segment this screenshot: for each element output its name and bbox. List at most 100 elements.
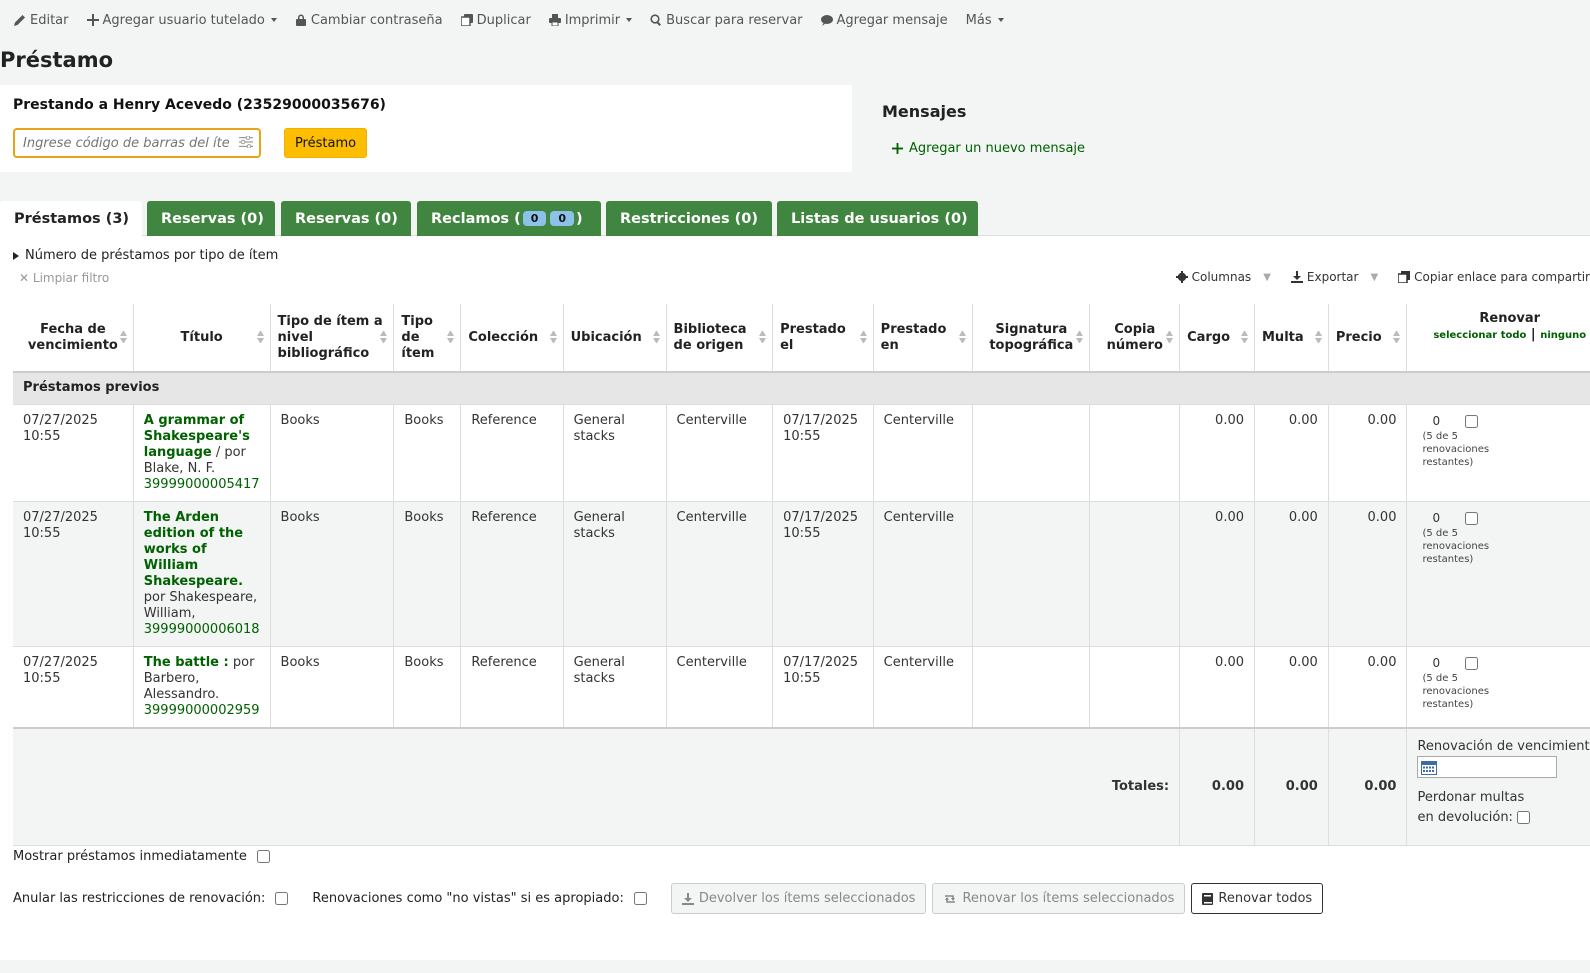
add-new-message-label: Agregar un nuevo mensaje bbox=[909, 141, 1086, 156]
tab-claims-suffix: ) bbox=[576, 210, 583, 227]
table-row: 07/27/2025 10:55 The Arden edition of th… bbox=[13, 501, 1590, 647]
sort-icon bbox=[1241, 331, 1248, 343]
title-cell: The battle : por Barbero, Alessandro. 399… bbox=[133, 646, 271, 728]
tab-holds-label: Reservas (0) bbox=[161, 210, 264, 227]
edit-button[interactable]: Editar bbox=[14, 13, 69, 28]
home-library-cell: Centerville bbox=[666, 404, 774, 502]
col-home-library[interactable]: Biblioteca de origen bbox=[666, 304, 774, 373]
duplicate-button[interactable]: Duplicar bbox=[460, 13, 531, 28]
col-renew: Renovar seleccionar todo | ninguno bbox=[1406, 304, 1590, 373]
location-cell: General stacks bbox=[563, 501, 667, 647]
override-restrictions-checkbox[interactable] bbox=[275, 892, 289, 905]
renew-selected-button[interactable]: Renovar los ítems seleccionados bbox=[932, 883, 1186, 914]
sort-icon bbox=[1076, 331, 1083, 343]
comment-icon bbox=[820, 15, 833, 26]
total-fine: 0.00 bbox=[1254, 726, 1329, 846]
edit-label: Editar bbox=[30, 12, 69, 28]
col-checked-out-on[interactable]: Prestado el bbox=[772, 304, 874, 373]
issues-table: Fecha de vencimiento Título Tipo de ítem… bbox=[13, 304, 1590, 846]
select-none-renew-link[interactable]: ninguno bbox=[1540, 330, 1586, 341]
tab-restrictions[interactable]: Restricciones (0) bbox=[606, 201, 772, 236]
calendar-icon[interactable] bbox=[1421, 760, 1438, 775]
chevron-down-icon bbox=[626, 18, 633, 22]
checked-out-on-cell: 07/17/2025 10:55 bbox=[772, 501, 874, 647]
tab-recalls-holds[interactable]: Reservas (0) bbox=[281, 201, 411, 236]
sliders-icon[interactable] bbox=[239, 135, 253, 152]
col-title[interactable]: Título bbox=[133, 304, 271, 373]
barcode-link[interactable]: 39999000005417 bbox=[144, 477, 260, 492]
add-guarantee-button[interactable]: Agregar usuario tutelado bbox=[86, 13, 277, 28]
copy-number-cell bbox=[1089, 404, 1181, 502]
checked-out-on-cell: 07/17/2025 10:55 bbox=[772, 646, 874, 728]
download-icon bbox=[681, 892, 694, 905]
columns-button[interactable]: Columnas ▼ bbox=[1175, 270, 1271, 284]
col-checked-out-from[interactable]: Prestado en bbox=[873, 304, 974, 373]
renew-all-button[interactable]: Renovar todos bbox=[1191, 883, 1324, 914]
title-cell: The Arden edition of the works of Willia… bbox=[133, 501, 271, 647]
home-library-cell: Centerville bbox=[666, 646, 774, 728]
col-itemtype[interactable]: Tipo de ítem bbox=[393, 304, 462, 373]
col-checked-out-on-label: Prestado el bbox=[780, 321, 846, 353]
title-link[interactable]: The Arden edition of the works of Willia… bbox=[144, 510, 243, 589]
change-password-button[interactable]: Cambiar contraseña bbox=[295, 13, 443, 28]
col-title-label: Título bbox=[180, 329, 223, 345]
unseen-renewals-checkbox[interactable] bbox=[633, 892, 647, 905]
claims-badge-unresolved: 0 bbox=[522, 211, 547, 226]
messages-panel: Mensajes Agregar un nuevo mensaje bbox=[882, 102, 1085, 156]
printer-icon bbox=[548, 14, 561, 26]
renewals-count: 0 bbox=[1432, 655, 1441, 670]
col-price[interactable]: Precio bbox=[1328, 304, 1408, 373]
renew-checkbox[interactable] bbox=[1464, 656, 1478, 670]
checkout-panel: Prestando a Henry Acevedo (2352900003567… bbox=[0, 85, 852, 172]
more-menu-button[interactable]: Más bbox=[966, 13, 1004, 28]
tab-claims[interactable]: Reclamos (0 0) bbox=[417, 201, 601, 236]
col-charge[interactable]: Cargo bbox=[1179, 304, 1255, 373]
checkin-selected-button[interactable]: Devolver los ítems seleccionados bbox=[670, 883, 927, 914]
export-label: Exportar bbox=[1306, 270, 1359, 284]
tab-claims-label: Reclamos ( bbox=[431, 210, 521, 227]
export-button[interactable]: Exportar ▼ bbox=[1290, 270, 1378, 284]
renew-checkbox[interactable] bbox=[1464, 414, 1478, 428]
col-collection-label: Colección bbox=[468, 329, 539, 345]
barcode-input[interactable] bbox=[21, 131, 231, 155]
search-to-hold-button[interactable]: Buscar para reservar bbox=[650, 13, 803, 28]
show-immediately-label: Mostrar préstamos inmediatamente bbox=[13, 849, 247, 864]
copy-link-button[interactable]: Copiar enlace para compartir bbox=[1398, 270, 1590, 284]
renew-cell: 0 (5 de 5 renovaciones restantes) bbox=[1406, 501, 1590, 647]
col-due-date[interactable]: Fecha de vencimiento bbox=[13, 304, 134, 373]
barcode-link[interactable]: 39999000002959 bbox=[144, 703, 260, 718]
renew-all-label: Renovar todos bbox=[1218, 891, 1313, 906]
col-collection[interactable]: Colección bbox=[460, 304, 564, 373]
col-call-number[interactable]: Signatura topográfica bbox=[972, 304, 1091, 373]
tab-patron-lists[interactable]: Listas de usuarios (0) bbox=[777, 201, 978, 236]
col-location[interactable]: Ubicación bbox=[563, 304, 667, 373]
checked-out-from-cell: Centerville bbox=[873, 646, 974, 728]
col-itemtype-label: Tipo de ítem bbox=[401, 313, 435, 361]
clear-filter-button[interactable]: ✕ Limpiar filtro bbox=[19, 271, 109, 285]
collection-cell: Reference bbox=[460, 404, 564, 502]
checkout-button[interactable]: Préstamo bbox=[284, 128, 367, 158]
select-all-renew-link[interactable]: seleccionar todo bbox=[1433, 330, 1526, 341]
renewal-due-input[interactable] bbox=[1417, 755, 1558, 778]
col-copy-number[interactable]: Copia número bbox=[1089, 304, 1181, 373]
col-biblio-itemtype-label: Tipo de ítem a nivel bibliográfico bbox=[277, 313, 383, 361]
col-renew-label: Renovar bbox=[1479, 311, 1541, 326]
call-number-cell bbox=[972, 404, 1091, 502]
add-message-label: Agregar mensaje bbox=[836, 12, 948, 28]
sort-icon bbox=[653, 331, 660, 343]
barcode-link[interactable]: 39999000006018 bbox=[144, 622, 260, 637]
col-fine[interactable]: Multa bbox=[1254, 304, 1329, 373]
add-message-button[interactable]: Agregar mensaje bbox=[820, 12, 948, 28]
checked-out-from-cell: Centerville bbox=[873, 501, 974, 647]
print-button[interactable]: Imprimir bbox=[548, 13, 633, 28]
forgive-fines-checkbox[interactable] bbox=[1517, 810, 1531, 824]
tab-holds[interactable]: Reservas (0) bbox=[147, 201, 275, 236]
itemtype-summary-toggle[interactable]: Número de préstamos por tipo de ítem bbox=[13, 248, 278, 263]
show-immediately-checkbox[interactable] bbox=[256, 850, 270, 863]
add-new-message-link[interactable]: Agregar un nuevo mensaje bbox=[892, 141, 1085, 156]
sort-icon bbox=[959, 331, 966, 343]
tab-checkouts[interactable]: Préstamos (3) bbox=[0, 201, 142, 236]
title-link[interactable]: The battle : bbox=[144, 655, 229, 670]
col-biblio-itemtype[interactable]: Tipo de ítem a nivel bibliográfico bbox=[270, 304, 395, 373]
renew-checkbox[interactable] bbox=[1464, 511, 1478, 525]
